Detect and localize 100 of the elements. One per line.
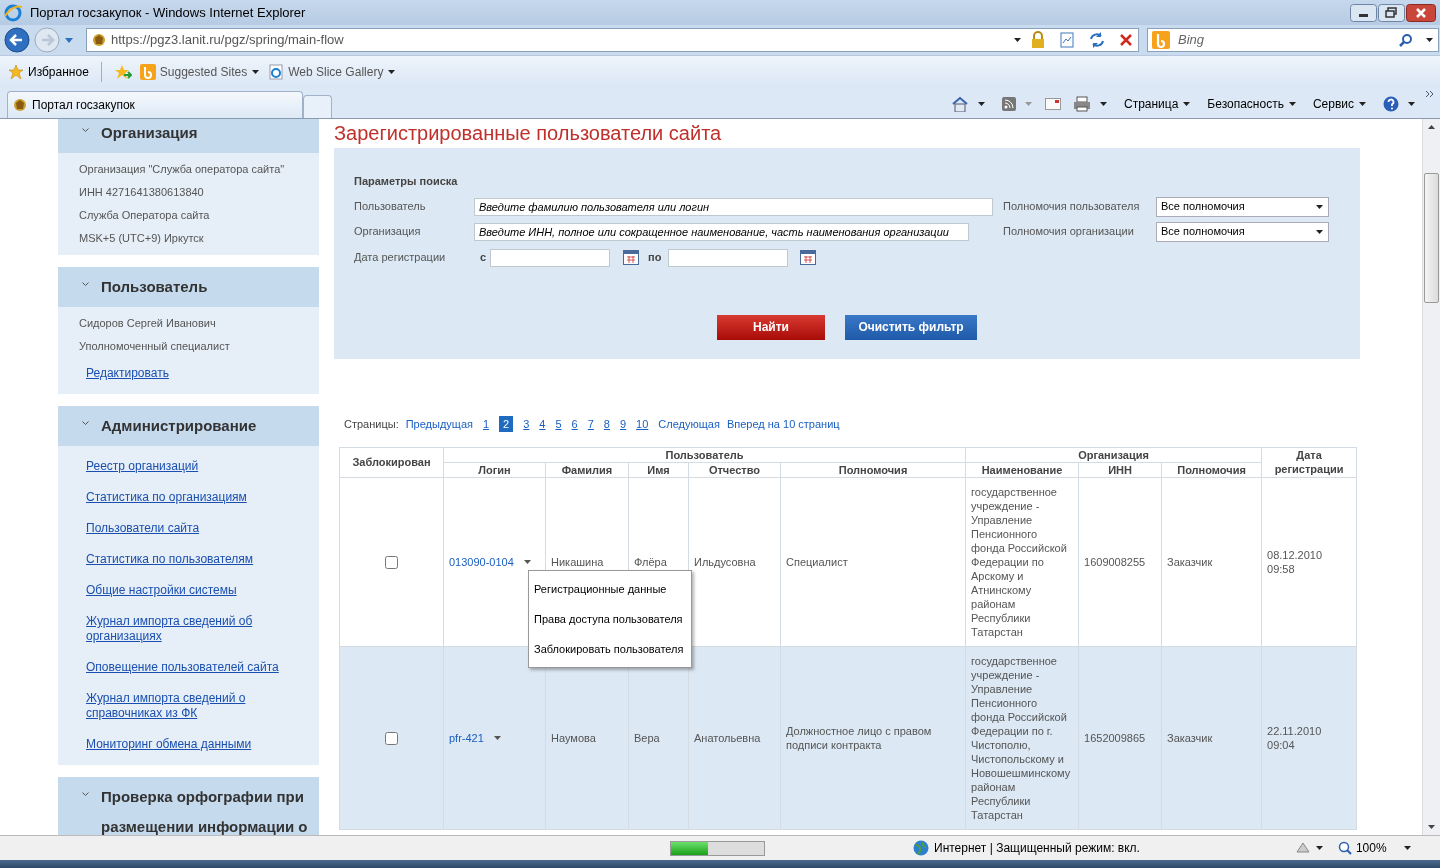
browser-tab[interactable]: Портал госзакупок xyxy=(7,91,303,118)
scroll-up-icon[interactable] xyxy=(1428,125,1435,129)
table-cell: государственное учреждение - Управление Пенсионного фонда Российской Федерации по Арскому и Атнинскому районам Республики Татарстан xyxy=(965,477,1079,646)
sidebar-link[interactable]: Журнал импорта сведений о справочниках из ФК xyxy=(86,691,298,721)
section-header[interactable]: Проверка орфографии при размещении информации о xyxy=(58,777,319,835)
field-label: Организация xyxy=(354,224,422,240)
sidebar-link[interactable]: Журнал импорта сведений об организациях xyxy=(86,614,298,644)
find-button[interactable]: Найти xyxy=(717,314,825,340)
page-link[interactable]: 6 xyxy=(571,416,578,433)
zoom-button[interactable]: 100% xyxy=(1337,839,1387,857)
checkbox[interactable] xyxy=(385,555,398,569)
chevron-icon[interactable] xyxy=(1425,90,1434,98)
refresh-icon[interactable] xyxy=(1088,31,1106,49)
clear-filter-button[interactable]: Очистить фильтр xyxy=(845,314,977,340)
page-link[interactable]: 7 xyxy=(587,416,594,433)
caret-icon[interactable] xyxy=(1098,100,1108,108)
minimize-icon[interactable] xyxy=(1350,3,1377,22)
date-field[interactable] xyxy=(668,248,788,267)
sidebar-link[interactable]: Статистика по пользователям xyxy=(86,552,298,567)
field-label: Полномочия пользователя xyxy=(1003,199,1141,215)
zoom-icon xyxy=(1337,841,1352,855)
previous-link[interactable]: Предыдущая xyxy=(405,416,473,433)
login-link[interactable]: 013090-0104 xyxy=(449,554,514,569)
address-field[interactable]: https://pgz3.lanit.ru/pgz/spring/main-flow xyxy=(86,28,1139,52)
search-icon[interactable] xyxy=(1399,33,1413,47)
page-link[interactable]: 3 xyxy=(523,416,530,433)
page-link[interactable]: 10 xyxy=(636,416,649,433)
page-link[interactable]: 5 xyxy=(555,416,562,433)
mail-icon[interactable] xyxy=(1044,98,1061,110)
page-link[interactable]: 4 xyxy=(539,416,546,433)
rss-icon[interactable] xyxy=(1001,97,1016,111)
scroll-down-icon[interactable] xyxy=(1428,825,1435,829)
scroll-thumb[interactable] xyxy=(1424,173,1439,303)
table-cell: государственное учреждение - Управление Пенсионного фонда Российской Федерации по г. Чистополю, Чистопольскому и Новошешминскому районам Республики Татарстан xyxy=(965,646,1079,829)
sidebar-link[interactable]: Общие настройки системы xyxy=(86,583,298,598)
field-label: Полномочия организации xyxy=(1003,224,1135,240)
text-field[interactable]: Введите ИНН, полное или сокращенное наименование, часть наименования организации xyxy=(474,222,969,241)
caret-icon[interactable] xyxy=(1425,36,1434,44)
favorites-label: Избранное xyxy=(28,64,89,81)
table-cell: Заказчик xyxy=(1161,477,1262,646)
bing-icon xyxy=(1152,31,1170,49)
page-link[interactable]: 2 xyxy=(499,416,514,433)
section-header[interactable]: Администрирование xyxy=(58,406,319,446)
back-icon[interactable] xyxy=(4,27,30,53)
chevron-icon xyxy=(82,792,89,797)
caret-icon xyxy=(387,68,397,76)
emblem-icon xyxy=(12,97,28,113)
caret-icon[interactable] xyxy=(1402,844,1412,852)
caret-icon[interactable] xyxy=(522,557,532,566)
add-favorite-icon[interactable] xyxy=(113,64,132,80)
page-link[interactable]: 8 xyxy=(603,416,610,433)
favorites-link[interactable]: Suggested Sites xyxy=(139,63,261,81)
restore-icon[interactable] xyxy=(1378,3,1405,22)
command-menu[interactable]: Страница xyxy=(1123,95,1192,113)
home-icon[interactable] xyxy=(950,96,969,112)
close-icon[interactable] xyxy=(1406,3,1436,22)
caret-icon[interactable] xyxy=(1314,844,1324,852)
help-icon[interactable] xyxy=(1383,96,1399,112)
section-header[interactable]: Организация xyxy=(58,119,319,153)
search-field[interactable]: Bing xyxy=(1147,28,1439,52)
caret-icon[interactable] xyxy=(1407,100,1416,108)
sidebar-link[interactable]: Статистика по организациям xyxy=(86,490,298,505)
sidebar-text: MSK+5 (UTC+9) Иркутск xyxy=(79,231,205,246)
dropdown[interactable]: Все полномочия xyxy=(1156,196,1329,217)
caret-icon[interactable] xyxy=(1013,36,1022,44)
caret-icon xyxy=(1182,100,1192,108)
section-header[interactable]: Пользователь xyxy=(58,267,319,307)
zone-text: Интернет | Защищенный режим: вкл. xyxy=(934,840,1140,857)
favorites-link[interactable]: Web Slice Gallery xyxy=(268,63,397,81)
calendar-icon[interactable] xyxy=(800,250,816,265)
dropdown[interactable]: Все полномочия xyxy=(1156,221,1329,242)
next-link[interactable]: Следующая xyxy=(658,416,720,433)
stop-icon[interactable] xyxy=(1118,32,1134,48)
login-link[interactable]: pfr-421 xyxy=(449,730,484,745)
compatibility-icon[interactable] xyxy=(1058,31,1076,49)
favorites-button[interactable]: Избранное xyxy=(8,63,89,81)
sidebar-link[interactable]: Оповещение пользователей сайта xyxy=(86,660,298,675)
page-title: Зарегистрированные пользователи сайта xyxy=(334,121,723,146)
text-field[interactable]: Введите фамилию пользователя или логин xyxy=(474,197,993,216)
date-field[interactable] xyxy=(490,248,610,267)
calendar-icon[interactable] xyxy=(623,250,639,265)
sidebar-text: Сидоров Сергей Иванович xyxy=(79,316,217,331)
caret-icon[interactable] xyxy=(976,100,986,108)
checkbox[interactable] xyxy=(385,731,398,745)
globe-icon xyxy=(913,840,929,856)
caret-icon[interactable] xyxy=(492,733,502,742)
page-link[interactable]: 9 xyxy=(620,416,627,433)
sidebar-link[interactable]: Пользователи сайта xyxy=(86,521,298,536)
chevron-icon xyxy=(82,282,89,287)
chevron-icon xyxy=(82,128,89,133)
table-cell: 1609008255 xyxy=(1078,477,1162,646)
sidebar-link[interactable]: Реестр организаций xyxy=(86,459,298,474)
sidebar-link[interactable]: Редактировать xyxy=(86,366,298,381)
command-menu[interactable]: Сервис xyxy=(1312,95,1367,113)
page-link[interactable]: 1 xyxy=(483,416,490,433)
printer-icon[interactable] xyxy=(1072,96,1091,112)
scrollbar[interactable] xyxy=(1422,119,1440,835)
command-menu[interactable]: Безопасность xyxy=(1207,95,1297,113)
forward-link[interactable]: Вперед на 10 страниц xyxy=(726,416,840,433)
sidebar-link[interactable]: Мониторинг обмена данными xyxy=(86,737,298,752)
